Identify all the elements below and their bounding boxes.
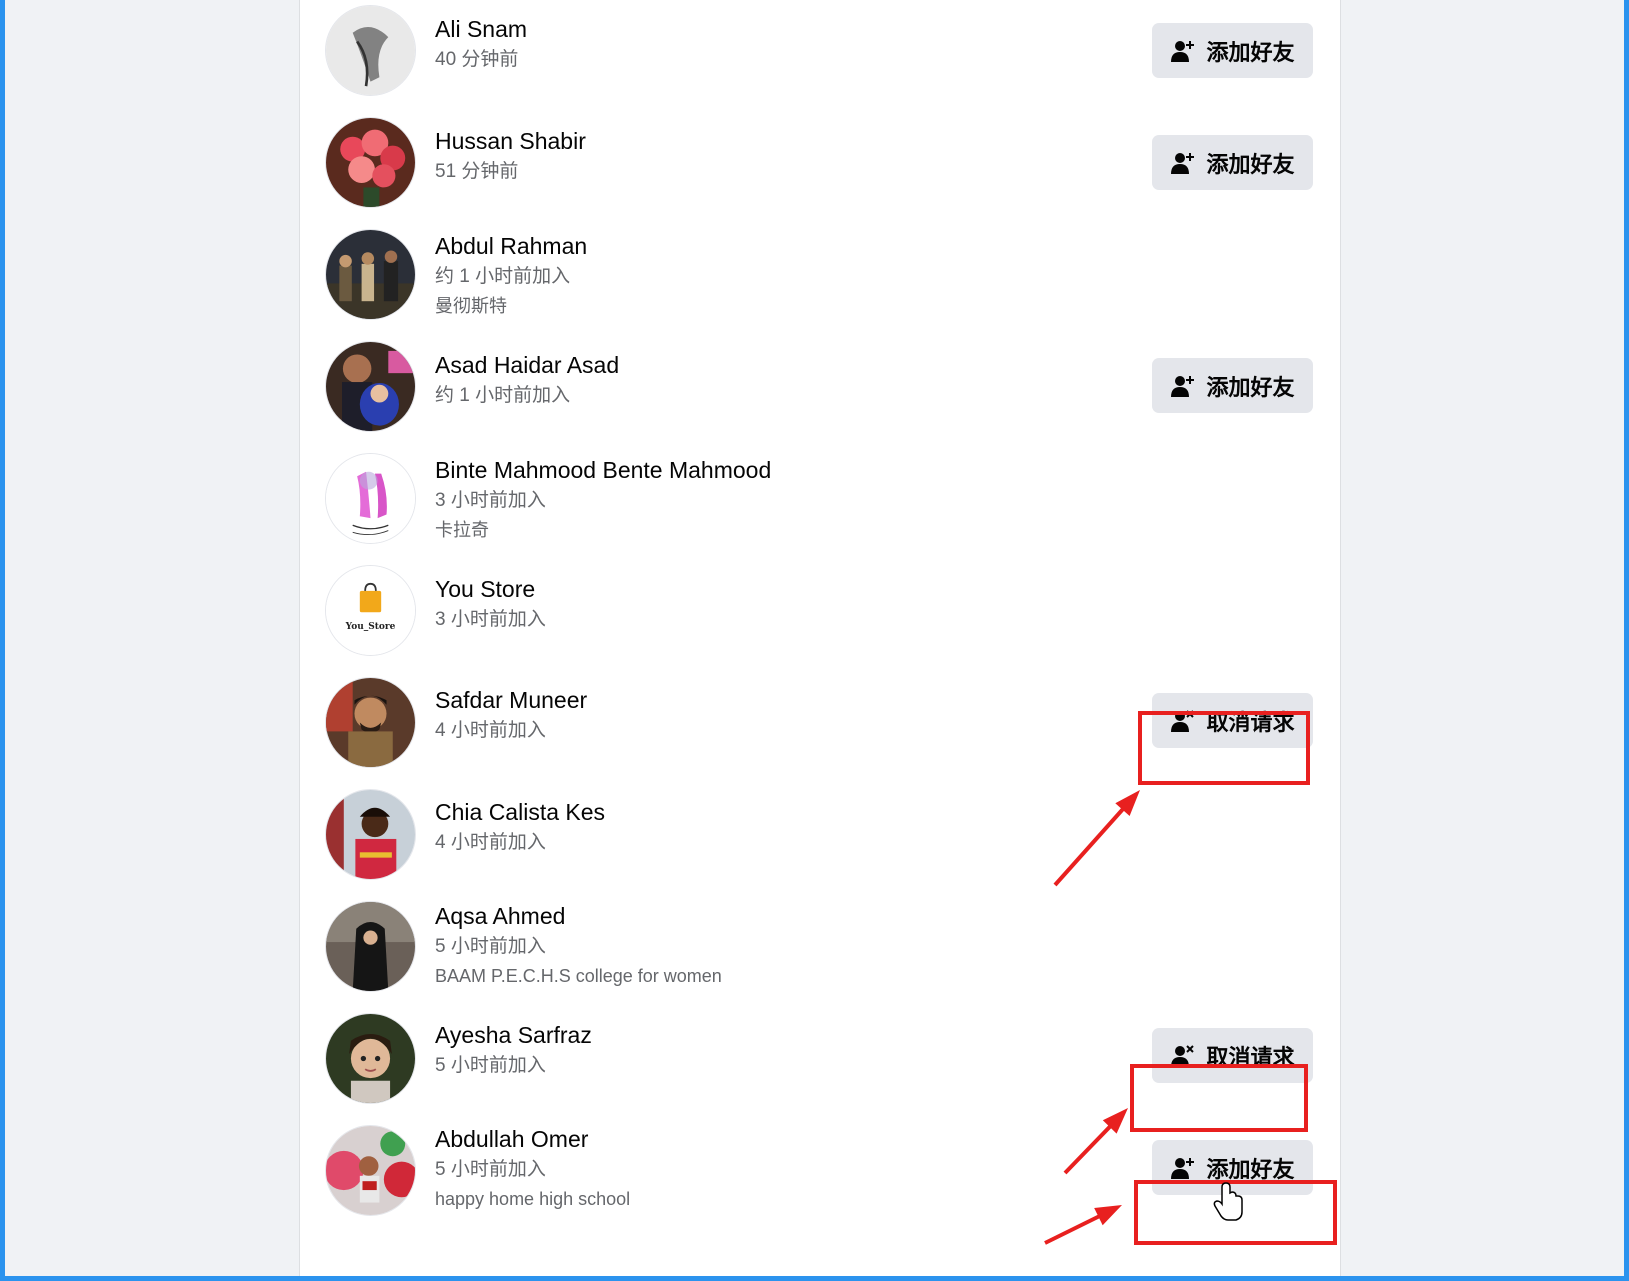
joined-time: 51 分钟前 [435, 161, 519, 182]
joined-time: 约 1 小时前加入 [435, 266, 571, 287]
member-detail: 曼彻斯特 [435, 296, 507, 316]
member-row: Abdullah Omer 5 小时前加入 happy home high scho… [300, 1125, 1340, 1225]
member-info: Asad Haidar Asad 约 1 小时前加入 [435, 351, 619, 408]
member-name[interactable]: Ali Snam [435, 15, 527, 43]
add-friend-button[interactable]: 添加好友 [1152, 358, 1313, 413]
avatar[interactable] [325, 901, 416, 992]
member-info: Aqsa Ahmed 5 小时前加入 BAAM P.E.C.H.S college … [435, 902, 722, 988]
member-info: Abdul Rahman 约 1 小时前加入 曼彻斯特 [435, 232, 587, 318]
member-name[interactable]: Binte Mahmood Bente Mahmood [435, 456, 771, 484]
add-friend-button[interactable]: 添加好友 [1152, 135, 1313, 190]
button-label: 取消请求 [1206, 709, 1295, 735]
member-row: Binte Mahmood Bente Mahmood 3 小时前加入 卡拉奇 [300, 453, 1340, 553]
member-info: Abdullah Omer 5 小时前加入 happy home high scho… [435, 1125, 630, 1211]
member-info: Hussan Shabir 51 分钟前 [435, 127, 586, 184]
person-remove-icon [1170, 708, 1196, 734]
member-row: You_Store You Store 3 小时前加入 [300, 565, 1340, 665]
cancel-request-button[interactable]: 取消请求 [1152, 1028, 1313, 1083]
person-add-icon [1170, 373, 1196, 399]
member-detail: happy home high school [435, 1189, 631, 1209]
person-add-icon [1170, 1155, 1196, 1181]
joined-time: 5 小时前加入 [435, 936, 546, 957]
member-info: Chia Calista Kes 4 小时前加入 [435, 798, 605, 855]
member-name[interactable]: Ayesha Sarfraz [435, 1021, 592, 1049]
avatar[interactable] [325, 5, 416, 96]
member-name[interactable]: You Store [435, 575, 546, 603]
avatar[interactable] [325, 677, 416, 768]
button-label: 添加好友 [1206, 39, 1295, 65]
joined-time: 4 小时前加入 [435, 832, 546, 853]
button-label: 取消请求 [1206, 1044, 1295, 1070]
member-row: Aqsa Ahmed 5 小时前加入 BAAM P.E.C.H.S college … [300, 901, 1340, 1001]
member-row: Ali Snam 40 分钟前 添加好友 [300, 5, 1340, 105]
member-list-panel: Ali Snam 40 分钟前 添加好友 Hussan Shabir 51 分钟前 添加好… [299, 0, 1341, 1276]
joined-time: 3 小时前加入 [435, 490, 546, 511]
add-friend-button[interactable]: 添加好友 [1152, 1140, 1313, 1195]
member-row: Safdar Muneer 4 小时前加入 取消请求 [300, 677, 1340, 777]
joined-time: 5 小时前加入 [435, 1159, 546, 1180]
joined-time: 4 小时前加入 [435, 720, 546, 741]
member-name[interactable]: Chia Calista Kes [435, 798, 605, 826]
joined-time: 3 小时前加入 [435, 609, 546, 630]
person-add-icon [1170, 38, 1196, 64]
member-name[interactable]: Abdul Rahman [435, 232, 587, 260]
avatar[interactable]: You_Store [325, 565, 416, 656]
member-name[interactable]: Aqsa Ahmed [435, 902, 722, 930]
member-detail: BAAM P.E.C.H.S college for women [435, 966, 722, 986]
member-row: Ayesha Sarfraz 5 小时前加入 取消请求 [300, 1013, 1340, 1113]
member-row: Hussan Shabir 51 分钟前 添加好友 [300, 117, 1340, 217]
member-info: Ayesha Sarfraz 5 小时前加入 [435, 1021, 592, 1078]
member-info: Ali Snam 40 分钟前 [435, 15, 527, 72]
member-info: You Store 3 小时前加入 [435, 575, 546, 632]
avatar[interactable] [325, 789, 416, 880]
member-detail: 卡拉奇 [435, 520, 489, 540]
button-label: 添加好友 [1206, 1156, 1295, 1182]
member-row: Abdul Rahman 约 1 小时前加入 曼彻斯特 [300, 229, 1340, 329]
button-label: 添加好友 [1206, 151, 1295, 177]
avatar[interactable] [325, 1013, 416, 1104]
person-add-icon [1170, 150, 1196, 176]
member-info: Binte Mahmood Bente Mahmood 3 小时前加入 卡拉奇 [435, 456, 771, 542]
member-row: Chia Calista Kes 4 小时前加入 [300, 789, 1340, 889]
member-name[interactable]: Asad Haidar Asad [435, 351, 619, 379]
screenshot-frame: Ali Snam 40 分钟前 添加好友 Hussan Shabir 51 分钟前 添加好… [5, 0, 1624, 1276]
joined-time: 5 小时前加入 [435, 1055, 546, 1076]
store-logo-text: You_Store [345, 622, 396, 632]
avatar[interactable] [325, 1125, 416, 1216]
member-info: Safdar Muneer 4 小时前加入 [435, 686, 587, 743]
button-label: 添加好友 [1206, 374, 1295, 400]
joined-time: 约 1 小时前加入 [435, 385, 571, 406]
member-row: Asad Haidar Asad 约 1 小时前加入 添加好友 [300, 341, 1340, 441]
avatar[interactable] [325, 117, 416, 208]
joined-time: 40 分钟前 [435, 49, 519, 70]
avatar[interactable] [325, 341, 416, 432]
member-name[interactable]: Abdullah Omer [435, 1125, 630, 1153]
member-name[interactable]: Hussan Shabir [435, 127, 586, 155]
cancel-request-button[interactable]: 取消请求 [1152, 693, 1313, 748]
avatar[interactable] [325, 229, 416, 320]
add-friend-button[interactable]: 添加好友 [1152, 23, 1313, 78]
avatar[interactable] [325, 453, 416, 544]
person-remove-icon [1170, 1043, 1196, 1069]
member-name[interactable]: Safdar Muneer [435, 686, 587, 714]
